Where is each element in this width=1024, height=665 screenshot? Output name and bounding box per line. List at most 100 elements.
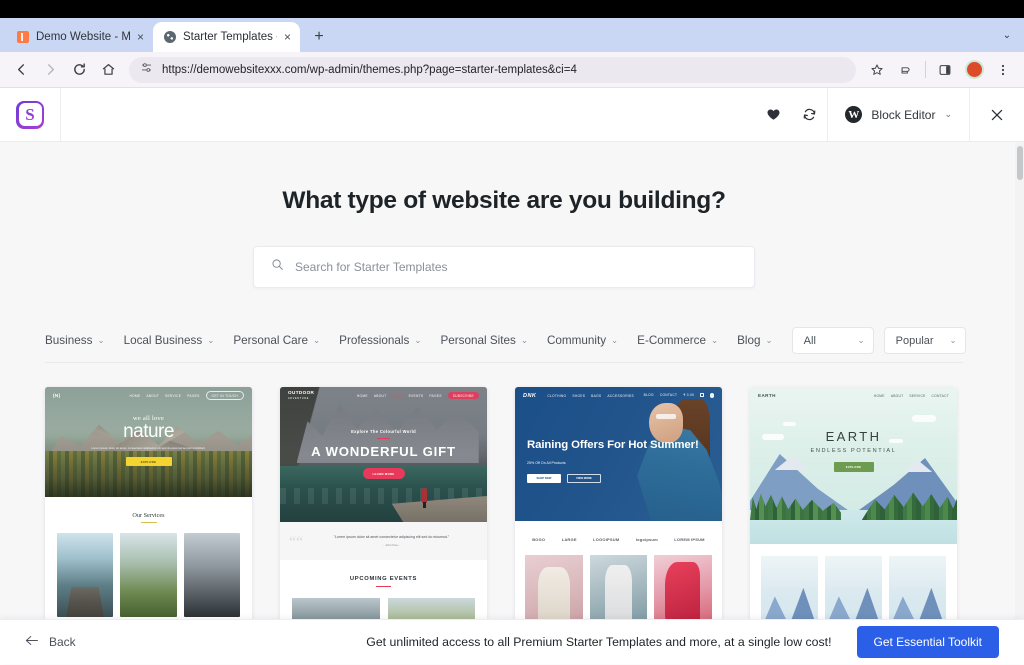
promo-section: Get unlimited access to all Premium Star… <box>366 626 999 658</box>
new-tab-button[interactable]: + <box>306 24 332 50</box>
back-label: Back <box>49 635 76 649</box>
tile-image <box>120 533 177 618</box>
section-tiles <box>45 523 252 618</box>
heart-icon[interactable] <box>755 88 791 141</box>
nav-cta: SUBSCRIBE <box>447 391 479 400</box>
quote-icon: ““ <box>289 534 304 551</box>
cart-label: ₹ 0.00 <box>683 393 695 398</box>
kinsta-favicon-icon <box>17 31 29 43</box>
category-personal-care[interactable]: Personal Care ⌄ <box>233 334 320 347</box>
filter-selects: All ⌄ Popular ⌄ <box>791 327 966 354</box>
app-content: What type of website are you building? S… <box>0 142 1024 664</box>
filter-bar: Business ⌄ Local Business ⌄ Personal Car… <box>45 319 966 363</box>
template-section: UPCOMING EVENTS <box>280 560 487 588</box>
product-tile: Latest Eyewear For You <box>589 555 648 629</box>
hero-headline: Raining Offers For Hot Summer! <box>527 439 699 451</box>
side-panel-icon[interactable] <box>932 57 958 83</box>
category-local-business[interactable]: Local Business ⌄ <box>124 334 215 347</box>
back-arrow-icon[interactable] <box>8 57 34 83</box>
nav-link: CONTACT <box>931 393 949 398</box>
chevron-down-icon: ⌄ <box>611 335 619 345</box>
template-brand: OUTDOOR ADVENTURE <box>288 390 315 401</box>
template-brand: DNK <box>523 392 537 399</box>
testimonial-block: ““ "Lorem ipsum dolor sit amet consectet… <box>280 522 487 560</box>
category-community[interactable]: Community ⌄ <box>547 334 618 347</box>
template-hero: OUTDOOR ADVENTURE HOME ABOUT BLOG EVENTS… <box>280 387 487 522</box>
type-filter-select[interactable]: All ⌄ <box>791 327 874 354</box>
get-essential-toolkit-button[interactable]: Get Essential Toolkit <box>856 626 999 658</box>
category-label: Community <box>546 334 607 347</box>
page-builder-selector[interactable]: W Block Editor ⌄ <box>827 88 970 141</box>
hero-kicker: Explore The Colourful World <box>351 429 416 434</box>
hero-paragraph: Lorem ipsum dolor sit amet, consectetur … <box>91 445 206 450</box>
browser-tab-2-close-icon[interactable]: × <box>284 31 291 43</box>
nav-link: SERVICE <box>165 393 182 398</box>
vertical-scrollbar[interactable] <box>1015 142 1024 664</box>
scrollbar-thumb[interactable] <box>1016 146 1023 180</box>
nav-link: SERVICE <box>909 393 926 398</box>
sort-filter-select[interactable]: Popular ⌄ <box>883 327 966 354</box>
category-personal-sites[interactable]: Personal Sites ⌄ <box>440 334 527 347</box>
product-tile: 20% Off on Tank Tops <box>525 555 583 629</box>
brand-logo: LOGOIPSUM <box>593 537 620 542</box>
template-brand: EARTH <box>758 393 776 398</box>
category-blog[interactable]: Blog ⌄ <box>737 334 773 347</box>
template-hero: (N) HOME ABOUT SERVICE PAGES GET IN TOUC… <box>45 387 252 497</box>
site-settings-icon[interactable] <box>140 61 153 79</box>
category-e-commerce[interactable]: E-Commerce ⌄ <box>637 334 718 347</box>
browser-menu-icon[interactable] <box>990 57 1016 83</box>
page-builder-label: Block Editor <box>871 107 936 122</box>
app-header: S W Block Editor ⌄ <box>0 88 1024 142</box>
chevron-down-icon: ⌄ <box>765 335 773 345</box>
category-label: Blog <box>737 334 761 347</box>
header-spacer <box>61 88 755 141</box>
browser-tab-1-title: Demo Website - MyKinsta <box>36 31 130 43</box>
reload-icon[interactable] <box>66 57 92 83</box>
product-tile: Let's Looom Suit Up! <box>654 555 713 629</box>
search-icon <box>271 258 284 276</box>
nav-cta: GET IN TOUCH <box>205 390 244 401</box>
tile-image <box>57 533 114 618</box>
browser-tab-1[interactable]: Demo Website - MyKinsta × <box>6 22 153 52</box>
starter-templates-app: S W Block Editor ⌄ What type of website <box>0 88 1024 664</box>
tab-list-chevron-down-icon[interactable]: ⌄ <box>996 24 1018 46</box>
chevron-down-icon: ⌄ <box>313 335 321 345</box>
hero-headline: nature <box>123 421 174 442</box>
nav-link: ACCESSORIES <box>607 393 634 398</box>
screenshot-root: Demo Website - MyKinsta × Starter Templa… <box>0 0 1024 665</box>
category-label: E-Commerce <box>637 334 707 347</box>
home-icon[interactable] <box>95 57 121 83</box>
refresh-icon[interactable] <box>791 88 827 141</box>
profile-avatar[interactable] <box>961 57 987 83</box>
hero-subheadline: 25% Off On All Products <box>527 460 566 465</box>
search-section: Search for Starter Templates <box>0 246 1008 288</box>
nav-link: BAGS <box>591 393 602 398</box>
extensions-icon[interactable] <box>893 57 919 83</box>
nav-link: SHOES <box>572 393 586 398</box>
category-professionals[interactable]: Professionals ⌄ <box>339 334 421 347</box>
url-text: https://demowebsitexxx.com/wp-admin/them… <box>162 63 577 76</box>
brand-logos-row: BOGO LARGE LOGOIPSUM logoipsum LOREM IPS… <box>515 521 722 555</box>
template-section: Our Services <box>45 497 252 524</box>
category-label: Professionals <box>339 334 410 347</box>
quote-author: - John Doe - <box>383 543 400 547</box>
chevron-down-icon: ⌄ <box>949 335 957 345</box>
nav-link: ABOUT <box>373 393 387 398</box>
close-icon[interactable] <box>970 88 1024 141</box>
hero-secondary-button: VIEW MORE <box>567 473 601 483</box>
category-business[interactable]: Business ⌄ <box>45 334 105 347</box>
nav-link: PAGES <box>429 393 442 398</box>
search-placeholder: Search for Starter Templates <box>295 260 448 274</box>
bookmark-star-icon[interactable] <box>864 57 890 83</box>
search-input[interactable]: Search for Starter Templates <box>253 246 755 288</box>
starter-templates-logo[interactable]: S <box>0 88 61 141</box>
logo-letter: S <box>25 105 35 124</box>
template-hero: EARTH HOME ABOUT SERVICE CONTACT EARTH E… <box>750 387 957 544</box>
back-button[interactable]: Back <box>25 635 76 649</box>
browser-tab-2[interactable]: Starter Templates ‹ Demo Sit × <box>153 22 300 52</box>
address-bar[interactable]: https://demowebsitexxx.com/wp-admin/them… <box>129 56 856 83</box>
hero-headline: EARTH <box>825 429 882 444</box>
category-label: Personal Care <box>233 334 309 347</box>
browser-tab-1-close-icon[interactable]: × <box>137 31 144 43</box>
nav-link: BLOG <box>392 393 403 398</box>
